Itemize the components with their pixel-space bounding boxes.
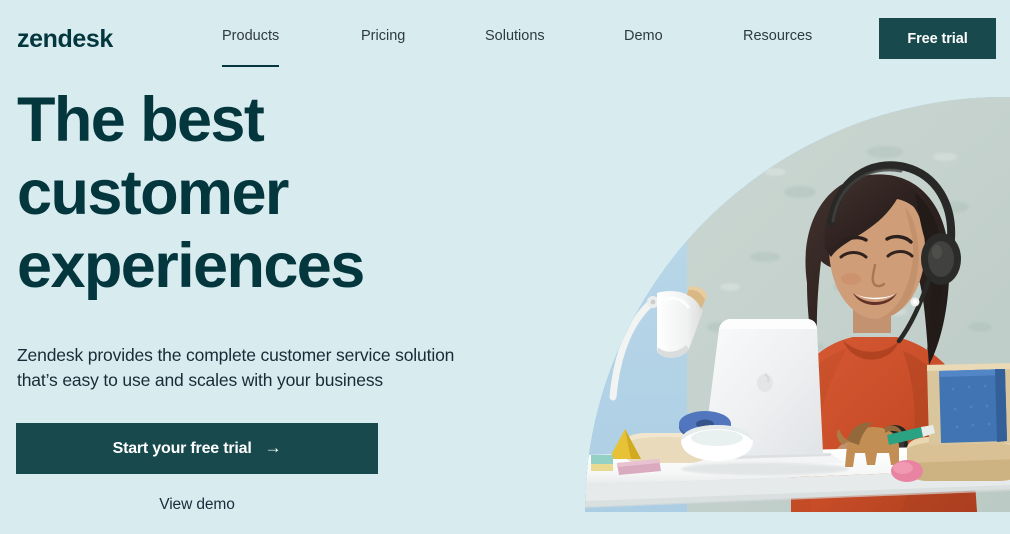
hero-image: [585, 97, 1010, 512]
subheading-line-2: that’s easy to use and scales with your …: [17, 370, 384, 390]
subheading-line-1: Zendesk provides the complete customer s…: [17, 345, 455, 365]
nav-item-pricing[interactable]: Pricing: [361, 26, 405, 46]
view-demo-link[interactable]: View demo: [16, 494, 378, 516]
nav-active-underline: [222, 65, 280, 67]
arrow-right-icon: →: [264, 438, 282, 457]
zendesk-logo[interactable]: zendesk: [17, 24, 113, 54]
hero-subheading: Zendesk provides the complete customer s…: [17, 343, 517, 393]
nav-item-resources[interactable]: Resources: [743, 26, 812, 46]
nav-item-label: Products: [222, 28, 280, 44]
top-navigation-bar: zendesk Products Pricing Solutions Demo …: [0, 0, 1010, 76]
hero-copy: The best customer experiences Zendesk pr…: [17, 84, 557, 393]
landing-page: zendesk Products Pricing Solutions Demo …: [0, 0, 1010, 534]
free-trial-button[interactable]: Free trial: [879, 18, 996, 59]
headline-line-1: The best: [17, 85, 265, 155]
nav-item-label: Pricing: [361, 28, 406, 44]
page-title: The best customer experiences: [17, 84, 557, 303]
nav-item-label: Demo: [624, 28, 663, 44]
headline-line-2: customer: [17, 158, 289, 228]
nav-item-demo[interactable]: Demo: [624, 26, 663, 46]
start-free-trial-button[interactable]: Start your free trial →: [16, 423, 378, 474]
nav-item-solutions[interactable]: Solutions: [485, 26, 545, 46]
headline-line-3: experiences: [17, 231, 365, 301]
primary-nav: Products Pricing Solutions Demo Resource…: [222, 26, 862, 67]
nav-item-label: Solutions: [485, 28, 545, 44]
start-free-trial-label: Start your free trial: [112, 439, 252, 457]
nav-item-label: Resources: [743, 28, 813, 44]
nav-item-products[interactable]: Products: [222, 26, 280, 67]
